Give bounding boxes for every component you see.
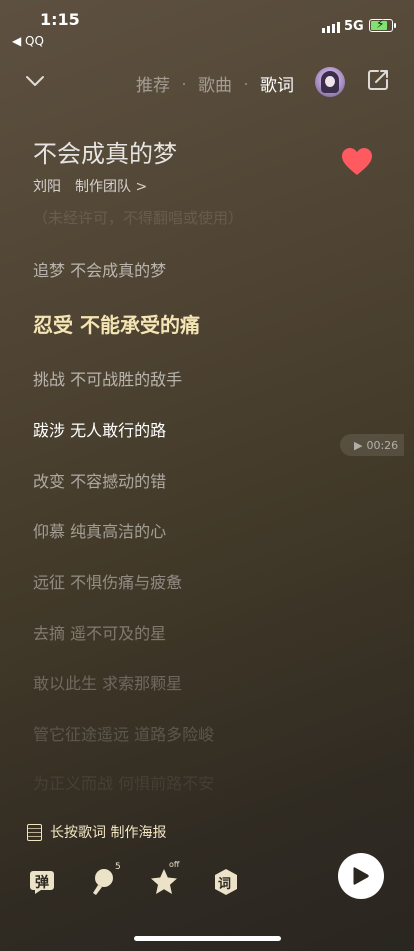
lyric-line[interactable]: 改变 不容撼动的错: [33, 468, 166, 492]
tab-separator: [245, 82, 247, 85]
tab-separator: [183, 82, 185, 85]
heart-icon[interactable]: [341, 147, 373, 177]
share-icon[interactable]: [366, 68, 390, 92]
lyric-line[interactable]: 追梦 不会成真的梦: [33, 257, 166, 281]
effect-toggle-button[interactable]: off: [148, 860, 180, 898]
network-type: 5G: [344, 19, 364, 34]
lyric-line[interactable]: 敢以此生 求索那颗星: [33, 670, 182, 694]
seek-time-button[interactable]: ▶ 00:26: [340, 434, 404, 456]
production-team-link[interactable]: 制作团队 >: [75, 176, 147, 196]
lyric-line[interactable]: 去摘 遥不可及的星: [33, 620, 166, 644]
lyric-line[interactable]: 挑战 不可战胜的敌手: [33, 366, 182, 390]
collapse-chevron-icon[interactable]: [24, 70, 46, 92]
poster-icon: [27, 823, 42, 841]
copyright-hint: （未经许可，不得翻唱或使用）: [33, 209, 244, 227]
back-to-app-link[interactable]: ◀ QQ: [12, 34, 44, 48]
danmu-label: 弹: [35, 875, 49, 891]
lyric-line-current[interactable]: 忍受 不能承受的痛: [33, 309, 200, 338]
signal-icon: [322, 22, 340, 33]
comment-count: 5: [115, 862, 121, 872]
song-title: 不会成真的梦: [33, 140, 177, 168]
effect-off-badge: off: [169, 860, 180, 869]
play-button[interactable]: [338, 853, 384, 899]
lyric-line[interactable]: 仰慕 纯真高洁的心: [33, 518, 166, 542]
make-poster-hint[interactable]: 长按歌词 制作海报: [27, 822, 166, 842]
user-avatar[interactable]: [315, 67, 345, 97]
lyric-line[interactable]: 管它征途遥远 道路多险峻: [33, 721, 214, 745]
lyric-line-seek[interactable]: 跋涉 无人敢行的路: [33, 417, 166, 441]
tab-song[interactable]: 歌曲: [198, 71, 232, 96]
lyric-settings-label: 词: [218, 877, 232, 892]
play-small-icon: ▶: [354, 438, 363, 452]
lyric-settings-button[interactable]: 词: [210, 866, 242, 898]
lyric-line[interactable]: 远征 不惧伤痛与疲惫: [33, 569, 182, 593]
home-indicator[interactable]: [134, 936, 281, 941]
tab-lyrics[interactable]: 歌词: [260, 71, 294, 96]
seek-time: 00:26: [366, 438, 399, 452]
poster-label: 长按歌词 制作海报: [50, 825, 167, 841]
star-icon: [151, 869, 177, 894]
battery-icon: ⚡: [369, 17, 396, 32]
tab-recommend[interactable]: 推荐: [136, 71, 170, 96]
play-icon: [353, 867, 369, 885]
danmu-button[interactable]: 弹: [28, 866, 60, 898]
lyric-line[interactable]: 为正义而战 何惧前路不安: [33, 770, 214, 794]
artist-name[interactable]: 刘阳: [33, 176, 61, 196]
view-tabs: 推荐 歌曲 歌词: [136, 71, 294, 96]
comment-button[interactable]: 5: [90, 862, 122, 898]
status-time: 1:15: [40, 10, 80, 29]
